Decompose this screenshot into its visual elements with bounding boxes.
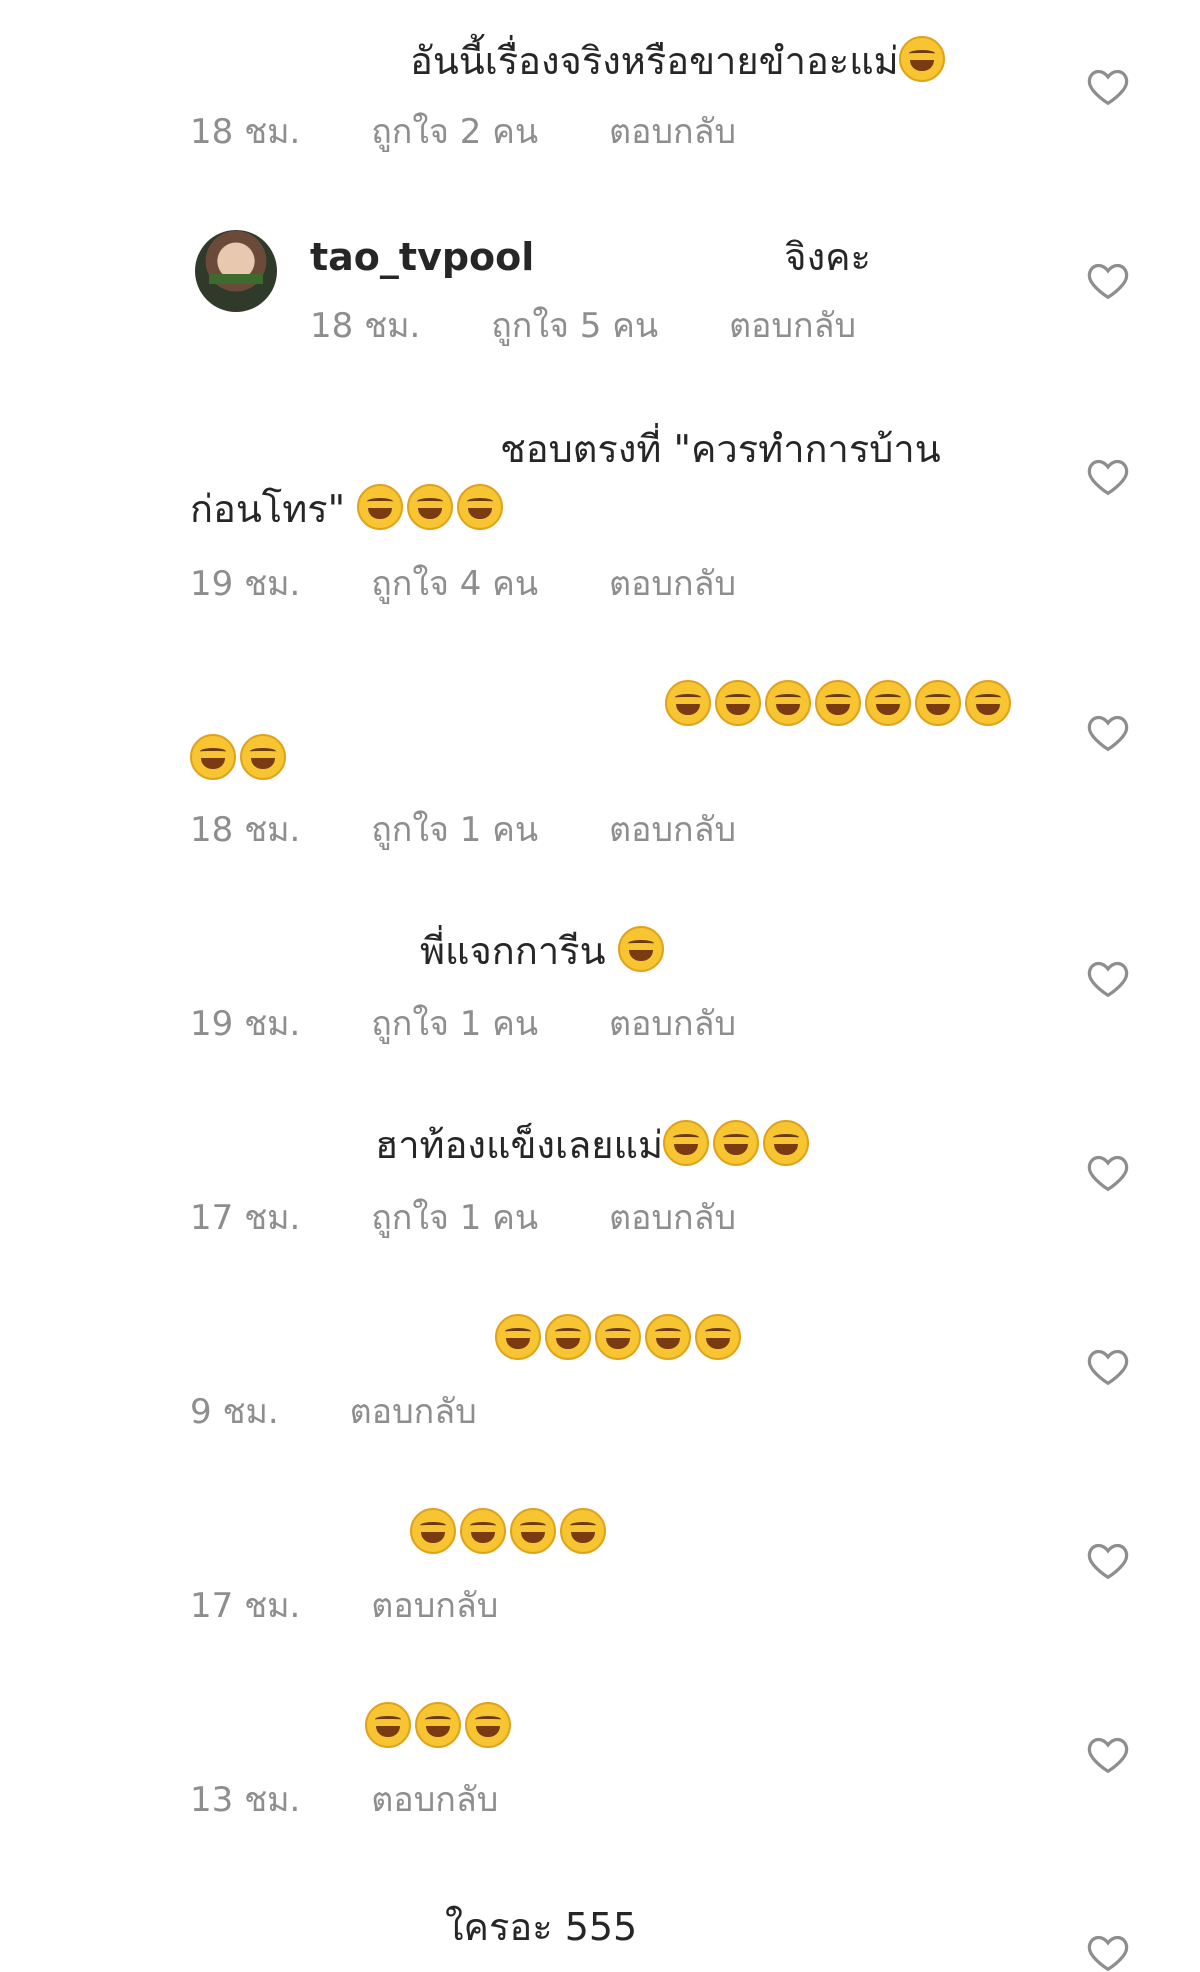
emoji-group bbox=[357, 484, 507, 531]
laughing-emoji-icon bbox=[715, 680, 761, 726]
comment-time: 17 ชม. bbox=[190, 1586, 301, 1626]
comment-likes[interactable]: ถูกใจ 1 คน bbox=[371, 802, 538, 856]
comment-time: 17 ชม. bbox=[190, 1198, 301, 1238]
laughing-emoji-icon bbox=[663, 1120, 710, 1166]
comment-likes[interactable]: ถูกใจ 2 คน bbox=[371, 104, 538, 158]
comment-time: 13 ชม. bbox=[190, 1780, 301, 1820]
reply-button[interactable]: ตอบกลับ bbox=[371, 1578, 498, 1632]
comment-text: ฮาท้องแข็งเลยแม่ bbox=[375, 1116, 1200, 1174]
comment-text: อันนี้เรื่องจริงหรือขายขำอะแม่ bbox=[410, 32, 1200, 90]
user-avatar[interactable] bbox=[195, 230, 277, 312]
laughing-emoji-icon bbox=[898, 36, 945, 82]
laughing-emoji-icon bbox=[765, 680, 811, 726]
laughing-emoji-icon bbox=[240, 734, 286, 780]
username[interactable]: tao_tvpool bbox=[310, 235, 534, 279]
laughing-emoji-icon bbox=[415, 1702, 461, 1748]
comment-likes[interactable]: ถูกใจ 1 คน bbox=[371, 996, 538, 1050]
reply-button[interactable]: ตอบกลับ bbox=[729, 298, 856, 352]
reply-button[interactable]: ตอบกลับ bbox=[609, 104, 736, 158]
laughing-emoji-icon bbox=[713, 1120, 760, 1166]
emoji-group bbox=[617, 926, 668, 973]
emoji-group bbox=[495, 1314, 745, 1361]
like-heart-icon[interactable] bbox=[1086, 1152, 1130, 1192]
like-heart-icon[interactable] bbox=[1086, 456, 1130, 496]
reply-button[interactable]: ตอบกลับ bbox=[609, 996, 736, 1050]
like-heart-icon[interactable] bbox=[1086, 66, 1130, 106]
like-heart-icon[interactable] bbox=[1086, 260, 1130, 300]
comment-time: 9 ชม. bbox=[190, 1392, 279, 1432]
like-heart-icon[interactable] bbox=[1086, 958, 1130, 998]
comment-likes[interactable]: ถูกใจ 4 คน bbox=[371, 556, 538, 610]
emoji-group bbox=[410, 1508, 610, 1555]
laughing-emoji-icon bbox=[965, 680, 1011, 726]
laughing-emoji-icon bbox=[695, 1314, 741, 1360]
comment-text: พี่แจกการีน bbox=[420, 922, 1200, 980]
laughing-emoji-icon bbox=[560, 1508, 606, 1554]
reply-button[interactable]: ตอบกลับ bbox=[609, 1190, 736, 1244]
comment-meta: 17 ชม. ตอบกลับ bbox=[190, 1578, 558, 1632]
comment-likes[interactable]: ถูกใจ 1 คน bbox=[371, 1190, 538, 1244]
reply-button[interactable]: ตอบกลับ bbox=[609, 556, 736, 610]
like-heart-icon[interactable] bbox=[1086, 1734, 1130, 1774]
comment-text-line2 bbox=[190, 730, 1020, 788]
comment-meta: 19 ชม. ถูกใจ 1 คน ตอบกลับ bbox=[190, 996, 796, 1050]
laughing-emoji-icon bbox=[595, 1314, 641, 1360]
laughing-emoji-icon bbox=[545, 1314, 591, 1360]
emoji-group bbox=[663, 1120, 813, 1167]
comment-text bbox=[365, 1698, 1195, 1756]
comment-meta: 18 ชม. ถูกใจ 5 คน ตอบกลับ bbox=[310, 298, 916, 352]
laughing-emoji-icon bbox=[465, 1702, 511, 1748]
reply-button[interactable]: ตอบกลับ bbox=[609, 802, 736, 856]
laughing-emoji-icon bbox=[410, 1508, 456, 1554]
laughing-emoji-icon bbox=[815, 680, 861, 726]
laughing-emoji-icon bbox=[357, 484, 404, 530]
emoji-group bbox=[365, 1702, 515, 1749]
comment-text bbox=[410, 1504, 1200, 1562]
laughing-emoji-icon bbox=[617, 926, 664, 972]
laughing-emoji-icon bbox=[460, 1508, 506, 1554]
laughing-emoji-icon bbox=[665, 680, 711, 726]
laughing-emoji-icon bbox=[407, 484, 454, 530]
laughing-emoji-icon bbox=[865, 680, 911, 726]
laughing-emoji-icon bbox=[457, 484, 504, 530]
comment-meta: 19 ชม. ถูกใจ 4 คน ตอบกลับ bbox=[190, 556, 796, 610]
like-heart-icon[interactable] bbox=[1086, 1932, 1130, 1972]
emoji-group bbox=[665, 680, 1015, 727]
laughing-emoji-icon bbox=[763, 1120, 810, 1166]
emoji-group bbox=[190, 734, 290, 781]
comment-time: 19 ชม. bbox=[190, 1004, 301, 1044]
laughing-emoji-icon bbox=[365, 1702, 411, 1748]
laughing-emoji-icon bbox=[495, 1314, 541, 1360]
comment-meta: 13 ชม. ตอบกลับ bbox=[190, 1772, 558, 1826]
comment-time: 19 ชม. bbox=[190, 564, 301, 604]
comment-meta: 18 ชม. ถูกใจ 1 คน ตอบกลับ bbox=[190, 802, 796, 856]
laughing-emoji-icon bbox=[190, 734, 236, 780]
emoji-group bbox=[898, 36, 949, 83]
like-heart-icon[interactable] bbox=[1086, 1346, 1130, 1386]
like-heart-icon[interactable] bbox=[1086, 712, 1130, 752]
reply-button[interactable]: ตอบกลับ bbox=[371, 1772, 498, 1826]
comment-text: tao_tvpool จิงคะ bbox=[310, 235, 871, 279]
comment-meta: 9 ชม. ตอบกลับ bbox=[190, 1384, 537, 1438]
comment-likes[interactable]: ถูกใจ 5 คน bbox=[491, 298, 658, 352]
comment-meta: 18 ชม. ถูกใจ 2 คน ตอบกลับ bbox=[190, 104, 796, 158]
comment-time: 18 ชม. bbox=[190, 810, 301, 850]
like-heart-icon[interactable] bbox=[1086, 1540, 1130, 1580]
comment-time: 18 ชม. bbox=[190, 112, 301, 152]
comment-text-line2: ก่อนโทร" bbox=[190, 480, 1020, 538]
reply-button[interactable]: ตอบกลับ bbox=[350, 1384, 477, 1438]
comment-time: 18 ชม. bbox=[310, 306, 421, 346]
laughing-emoji-icon bbox=[645, 1314, 691, 1360]
laughing-emoji-icon bbox=[915, 680, 961, 726]
laughing-emoji-icon bbox=[510, 1508, 556, 1554]
comment-meta: 17 ชม. ถูกใจ 1 คน ตอบกลับ bbox=[190, 1190, 796, 1244]
